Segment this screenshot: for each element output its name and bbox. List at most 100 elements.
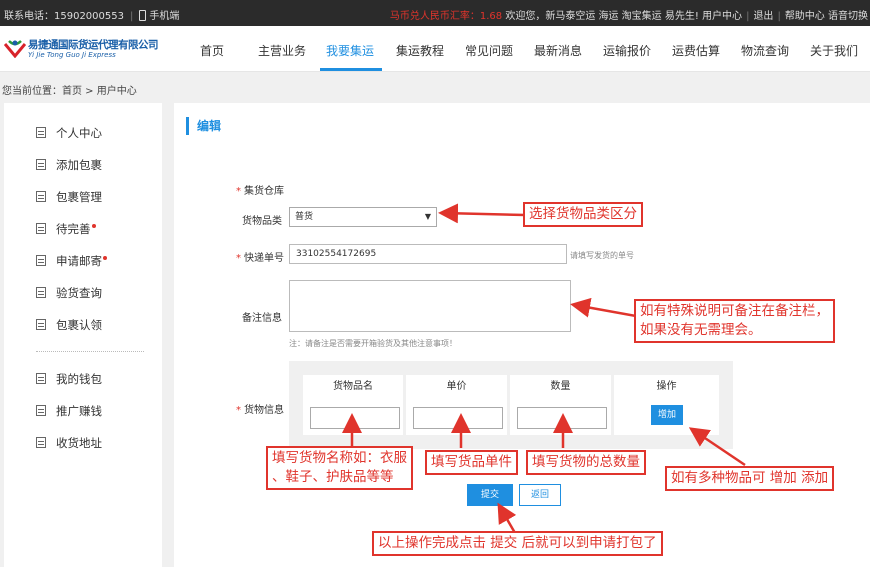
sidebar-item-apply-mail[interactable]: 申请邮寄 <box>36 253 107 269</box>
top-bar: 联系电话：15902000553 | 手机端 马币兑人民币汇率：1.68 欢迎您，新… <box>0 0 870 26</box>
back-button[interactable]: 返回 <box>519 484 561 506</box>
site-header: 易捷通国际货运代理有限公司 Yi Jie Tong Guo Ji Express… <box>0 26 870 72</box>
category-label: 货物品类 <box>242 216 282 227</box>
sidebar: 个人中心 添加包裹 包裹管理 待完善 申请邮寄 验货查询 包裹认领 我的钱包 推… <box>4 103 162 567</box>
user-center-link[interactable]: 用户中心 <box>702 11 742 22</box>
nav-news[interactable]: 最新消息 <box>534 42 582 59</box>
sidebar-item-pending[interactable]: 待完善 <box>36 221 96 237</box>
sidebar-item-label: 我的钱包 <box>56 372 102 386</box>
callout-quantity: 填写货物的总数量 <box>526 450 646 475</box>
top-bar-right: 马币兑人民币汇率：1.68 欢迎您，新马泰空运 海运 淘宝集运 易先生! 用户中… <box>390 7 868 22</box>
callout-line: 、鞋子、护肤品等等 <box>272 469 394 485</box>
sidebar-item-package-manage[interactable]: 包裹管理 <box>36 189 102 205</box>
mobile-link[interactable]: 手机端 <box>149 11 179 22</box>
contact-phone: 联系电话：15902000553 <box>4 11 124 22</box>
breadcrumb: 您当前位置：首页 > 用户中心 <box>2 86 137 97</box>
document-icon <box>36 255 46 266</box>
nav-faq[interactable]: 常见问题 <box>465 42 513 59</box>
sidebar-item-label: 收货地址 <box>56 436 102 450</box>
sidebar-item-label: 验货查询 <box>56 286 102 300</box>
sidebar-item-label: 包裹认领 <box>56 318 102 332</box>
required-mark: * <box>236 405 241 416</box>
sidebar-item-address[interactable]: 收货地址 <box>36 435 102 451</box>
remark-label: 备注信息 <box>242 313 282 324</box>
logo-mark-icon <box>4 40 26 58</box>
logout-link[interactable]: 退出 <box>753 11 773 22</box>
callout-submit: 以上操作完成点击 提交 后就可以到申请打包了 <box>372 531 663 556</box>
label-text: 快递单号 <box>244 253 284 264</box>
sidebar-item-claim[interactable]: 包裹认领 <box>36 317 102 333</box>
callout-add: 如有多种物品可 增加 添加 <box>665 466 835 491</box>
required-mark: * <box>236 253 241 264</box>
document-icon <box>36 159 46 170</box>
exchange-rate: 马币兑人民币汇率：1.68 <box>389 11 503 22</box>
submit-button[interactable]: 提交 <box>467 484 513 506</box>
warehouse-label: * 集货仓库 <box>236 182 284 197</box>
sidebar-item-label: 推广赚钱 <box>56 404 102 418</box>
remark-textarea[interactable] <box>289 280 571 332</box>
callout-category: 选择货物品类区分 <box>523 202 643 227</box>
column-header-quantity: 数量 <box>510 375 611 399</box>
sidebar-item-label: 包裹管理 <box>56 190 102 204</box>
document-icon <box>36 373 46 384</box>
goods-name-input[interactable] <box>310 407 400 429</box>
nav-about[interactable]: 关于我们 <box>810 42 858 59</box>
callout-price: 填写货品单件 <box>425 450 518 475</box>
table-cell <box>303 399 403 435</box>
separator: | <box>777 11 781 22</box>
logo-text-cn: 易捷通国际货运代理有限公司 <box>28 39 159 51</box>
notification-dot <box>103 256 107 260</box>
category-select[interactable]: 普货 ▼ <box>289 207 437 227</box>
tracking-hint: 请填写发货的单号 <box>570 251 634 260</box>
callout-line: 如果没有无需理会。 <box>640 322 762 338</box>
table-cell <box>510 399 611 435</box>
sidebar-item-label: 待完善 <box>56 222 91 236</box>
add-goods-button[interactable]: 增加 <box>651 405 683 425</box>
document-icon <box>36 437 46 448</box>
callout-line: 填写货物名称如：衣服 <box>272 450 407 466</box>
label-text: 集货仓库 <box>244 186 284 197</box>
sidebar-item-wallet[interactable]: 我的钱包 <box>36 371 102 387</box>
sidebar-item-label: 个人中心 <box>56 126 102 140</box>
help-center-link[interactable]: 帮助中心 <box>785 11 825 22</box>
page-title: 编辑 <box>186 117 221 135</box>
document-icon <box>36 405 46 416</box>
nav-home[interactable]: 首页 <box>200 42 224 59</box>
callout-line: 如有特殊说明可备注在备注栏， <box>640 303 829 319</box>
nav-pricing[interactable]: 运输报价 <box>603 42 651 59</box>
remark-hint: 注：请备注是否需要开箱验货及其他注意事项！ <box>289 339 457 348</box>
sidebar-item-label: 添加包裹 <box>56 158 102 172</box>
nav-consolidation[interactable]: 我要集运 <box>326 42 374 59</box>
sidebar-item-profile[interactable]: 个人中心 <box>36 125 102 141</box>
company-logo[interactable]: 易捷通国际货运代理有限公司 Yi Jie Tong Guo Ji Express <box>4 36 159 64</box>
welcome-text: 欢迎您，新马泰空运 海运 淘宝集运 易先生! <box>505 11 699 22</box>
tracking-number-input[interactable]: 33102554172695 <box>289 244 567 264</box>
sidebar-item-inspection[interactable]: 验货查询 <box>36 285 102 301</box>
document-icon <box>36 319 46 330</box>
nav-freight-estimate[interactable]: 运费估算 <box>672 42 720 59</box>
goods-price-input[interactable] <box>413 407 503 429</box>
notification-dot <box>91 224 96 228</box>
document-icon <box>36 127 46 138</box>
column-header-name: 货物品名 <box>303 375 403 399</box>
sidebar-item-add-package[interactable]: 添加包裹 <box>36 157 102 173</box>
goods-quantity-input[interactable] <box>517 407 607 429</box>
top-bar-left: 联系电话：15902000553 | 手机端 <box>4 7 179 22</box>
column-header-price: 单价 <box>406 375 507 399</box>
tracking-label: * 快递单号 <box>236 249 284 264</box>
callout-goods-name: 填写货物名称如：衣服 、鞋子、护肤品等等 <box>266 446 413 490</box>
language-switch[interactable]: 语音切换 <box>828 11 868 22</box>
document-icon <box>36 191 46 202</box>
nav-tracking[interactable]: 物流查询 <box>741 42 789 59</box>
nav-tutorial[interactable]: 集运教程 <box>396 42 444 59</box>
nav-main-business[interactable]: 主营业务 <box>258 42 306 59</box>
callout-remark: 如有特殊说明可备注在备注栏， 如果没有无需理会。 <box>634 299 835 343</box>
required-mark: * <box>236 186 241 197</box>
sidebar-item-referral[interactable]: 推广赚钱 <box>36 403 102 419</box>
logo-text-en: Yi Jie Tong Guo Ji Express <box>28 51 116 59</box>
document-icon <box>36 287 46 298</box>
separator: | <box>130 11 134 22</box>
table-cell <box>406 399 507 435</box>
dropdown-arrow-icon: ▼ <box>424 212 431 221</box>
document-icon <box>36 223 46 234</box>
